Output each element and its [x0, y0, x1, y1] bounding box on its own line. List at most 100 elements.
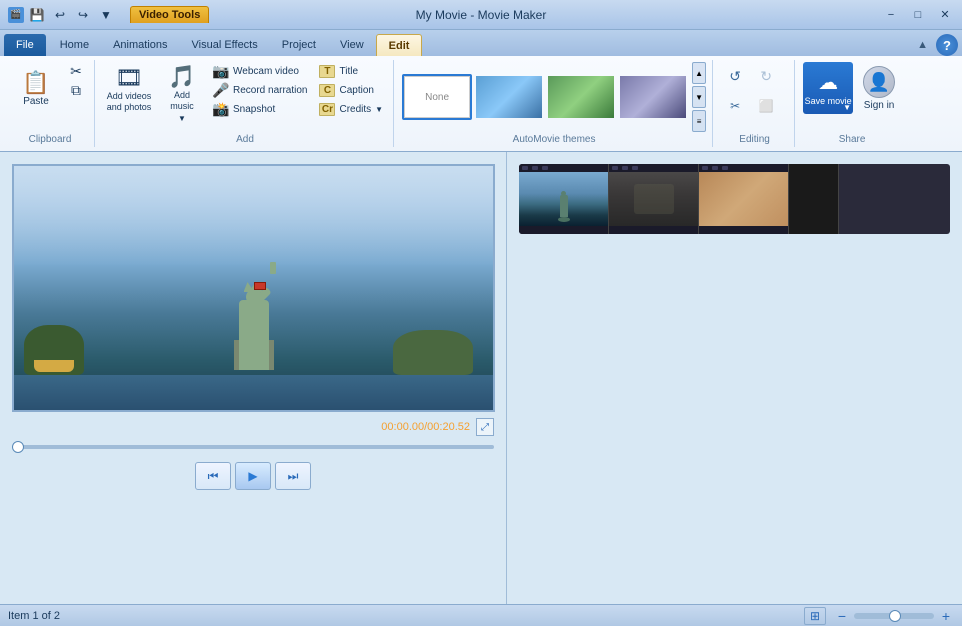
theme-none-thumb: None: [404, 76, 470, 118]
window-title: My Movie - Movie Maker: [416, 8, 547, 22]
caption-button[interactable]: C Caption: [315, 81, 387, 99]
prev-icon: ⏮: [208, 469, 219, 484]
film-hole: [532, 166, 538, 170]
tab-visual-effects[interactable]: Visual Effects: [180, 34, 270, 56]
sign-in-button[interactable]: 👤 Sign in: [857, 62, 901, 115]
theme-2[interactable]: [546, 74, 616, 120]
automovie-content: None ▲ ▼: [402, 62, 706, 132]
microphone-icon: 🎤: [213, 82, 229, 98]
rotate-left-button[interactable]: ↺: [721, 62, 749, 90]
ribbon: File Home Animations Visual Effects Proj…: [0, 30, 962, 152]
themes-row: None: [402, 74, 688, 120]
theme-1[interactable]: [474, 74, 544, 120]
title-bar-left: 🎬 💾 ↩ ↪ ▼ Video Tools: [4, 5, 209, 25]
ribbon-tab-bar: File Home Animations Visual Effects Proj…: [0, 30, 962, 56]
zoom-in-button[interactable]: +: [938, 608, 954, 624]
paste-button[interactable]: 📋 Paste: [12, 62, 60, 118]
zoom-button[interactable]: ⬜: [752, 92, 780, 120]
storyboard-view-button[interactable]: ⊞: [804, 607, 826, 625]
story-segment-1[interactable]: [519, 164, 699, 234]
zoom-thumb[interactable]: [889, 610, 901, 622]
webcam-video-button[interactable]: 📷 Webcam video: [209, 62, 311, 80]
editing-content: ↺ ↻ ✂ ⬜: [721, 62, 788, 132]
tab-file[interactable]: File: [4, 34, 46, 56]
qat-save[interactable]: 💾: [27, 5, 47, 25]
tab-view[interactable]: View: [328, 34, 376, 56]
film-strip-bottom-1: [519, 226, 608, 234]
theme-none[interactable]: None: [402, 74, 472, 120]
story-frame-3[interactable]: [699, 164, 789, 234]
statue-body: [239, 300, 269, 370]
scrubber-thumb[interactable]: [12, 441, 24, 453]
theme-3[interactable]: [618, 74, 688, 120]
themes-scroll-up[interactable]: ▲: [692, 62, 706, 84]
preview-pane: 00:00.00/00:20.52 ⤢ ⏮ ▶ ⏭: [0, 152, 507, 604]
editing-group: ↺ ↻ ✂ ⬜ Editing: [715, 60, 795, 147]
ribbon-collapse-btn[interactable]: ▲: [917, 39, 928, 51]
zoom-out-button[interactable]: −: [834, 608, 850, 624]
themes-scroll-down[interactable]: ▼: [692, 86, 706, 108]
cut-button[interactable]: ✂: [64, 62, 88, 80]
film-hole: [622, 166, 628, 170]
title-button[interactable]: T Title: [315, 62, 387, 80]
film-content-3: [699, 172, 788, 226]
ribbon-content: 📋 Paste ✂ ⧉ Clipboard 🎞 Add: [0, 56, 962, 151]
tab-home[interactable]: Home: [48, 34, 101, 56]
maximize-button[interactable]: □: [905, 5, 931, 25]
credits-button[interactable]: Cr Credits ▼: [315, 100, 387, 118]
video-preview: [12, 164, 495, 412]
cloud-icon: ☁: [818, 70, 838, 95]
video-tools-tab[interactable]: Video Tools: [130, 6, 209, 23]
share-content: ☁ Save movie ▼ 👤 Sign in: [803, 62, 901, 132]
caption-icon: C: [319, 84, 335, 97]
playback-controls: ⏮ ▶ ⏭: [12, 462, 494, 490]
add-music-button[interactable]: 🎵 Add music ▼: [159, 62, 205, 127]
save-movie-button[interactable]: ☁ Save movie ▼: [803, 62, 853, 114]
editing-top-row: ↺ ↻: [721, 62, 780, 90]
scrubber-track[interactable]: [12, 445, 494, 449]
qat-undo[interactable]: ↩: [50, 5, 70, 25]
qat-dropdown[interactable]: ▼: [96, 5, 116, 25]
film-strip-bottom-3: [699, 226, 788, 234]
tree-right: [393, 330, 473, 375]
prev-frame-button[interactable]: ⏮: [195, 462, 231, 490]
snapshot-button[interactable]: 📸 Snapshot: [209, 100, 311, 118]
film-hole: [702, 166, 708, 170]
help-button[interactable]: ?: [936, 34, 958, 56]
minimize-button[interactable]: −: [878, 5, 904, 25]
tab-edit[interactable]: Edit: [376, 34, 423, 56]
qat-redo[interactable]: ↪: [73, 5, 93, 25]
next-frame-button[interactable]: ⏭: [275, 462, 311, 490]
boat: [34, 360, 74, 372]
story-segment-2[interactable]: [699, 164, 789, 234]
next-icon: ⏭: [288, 469, 299, 484]
copy-button[interactable]: ⧉: [64, 81, 88, 99]
record-narration-button[interactable]: 🎤 Record narration: [209, 81, 311, 99]
rotate-right-button[interactable]: ↻: [752, 62, 780, 90]
add-music-icon: 🎵: [168, 66, 195, 88]
film-strip-top-1: [519, 164, 608, 172]
paste-icon: 📋: [22, 72, 49, 94]
tab-animations[interactable]: Animations: [101, 34, 179, 56]
film-hole: [722, 166, 728, 170]
cut-icon: ✂: [68, 63, 84, 79]
storyboard[interactable]: [519, 164, 950, 234]
share-label: Share: [803, 134, 901, 145]
tab-project[interactable]: Project: [270, 34, 328, 56]
expand-preview-button[interactable]: ⤢: [476, 418, 494, 436]
add-videos-button[interactable]: 🎞 Add videos and photos: [103, 62, 155, 118]
title-bar: 🎬 💾 ↩ ↪ ▼ Video Tools My Movie - Movie M…: [0, 0, 962, 30]
themes-dropdown[interactable]: ≡: [692, 110, 706, 132]
add-content: 🎞 Add videos and photos 🎵 Add music ▼ 📷 …: [103, 62, 387, 132]
scrubber[interactable]: [12, 442, 494, 452]
play-button[interactable]: ▶: [235, 462, 271, 490]
close-button[interactable]: ✕: [932, 5, 958, 25]
theme-1-thumb: [476, 76, 542, 118]
trim-button[interactable]: ✂: [721, 92, 749, 120]
story-frame-2[interactable]: [609, 164, 699, 234]
automovie-group: None ▲ ▼: [396, 60, 713, 147]
webcam-icon: 📷: [213, 63, 229, 79]
story-frame-1[interactable]: [519, 164, 609, 234]
film-hole: [522, 166, 528, 170]
timestamp-display: 00:00.00/00:20.52: [381, 421, 470, 433]
